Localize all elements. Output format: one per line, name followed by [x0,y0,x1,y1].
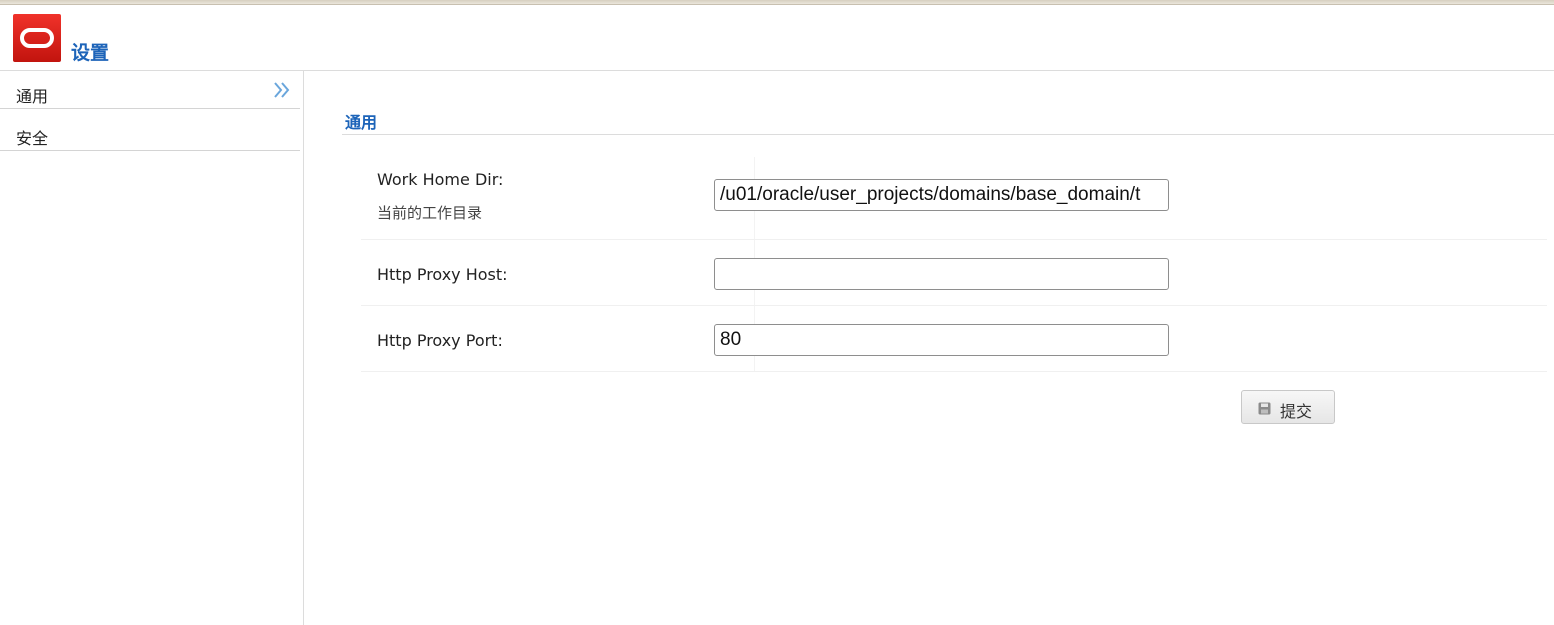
save-icon [1258,402,1271,415]
sidebar-item-security[interactable]: 安全 [0,113,300,151]
sidebar: 通用 安全 [0,71,304,625]
http-proxy-host-label: Http Proxy Host: [377,265,508,284]
double-chevron-right-icon [274,82,290,98]
sidebar-item-label: 安全 [16,129,49,148]
work-home-dir-input[interactable] [714,179,1169,211]
main-content: 通用 Work Home Dir: 当前的工作目录 Http Proxy Hos… [304,71,1554,625]
section-title: 通用 [345,113,378,132]
work-home-dir-label: Work Home Dir: [377,170,504,189]
submit-button-label: 提交 [1280,402,1313,421]
http-proxy-port-label: Http Proxy Port: [377,331,503,350]
submit-button[interactable]: 提交 [1241,390,1335,424]
sidebar-item-general[interactable]: 通用 [0,71,300,109]
page-header: 设置 [0,5,1554,71]
http-proxy-host-input[interactable] [714,258,1169,290]
section-header: 通用 [342,109,1554,135]
http-proxy-port-input[interactable] [714,324,1169,356]
sidebar-item-label: 通用 [16,87,49,106]
work-home-dir-help: 当前的工作目录 [377,204,483,222]
page-title: 设置 [71,42,110,64]
oracle-logo-icon [13,14,61,62]
